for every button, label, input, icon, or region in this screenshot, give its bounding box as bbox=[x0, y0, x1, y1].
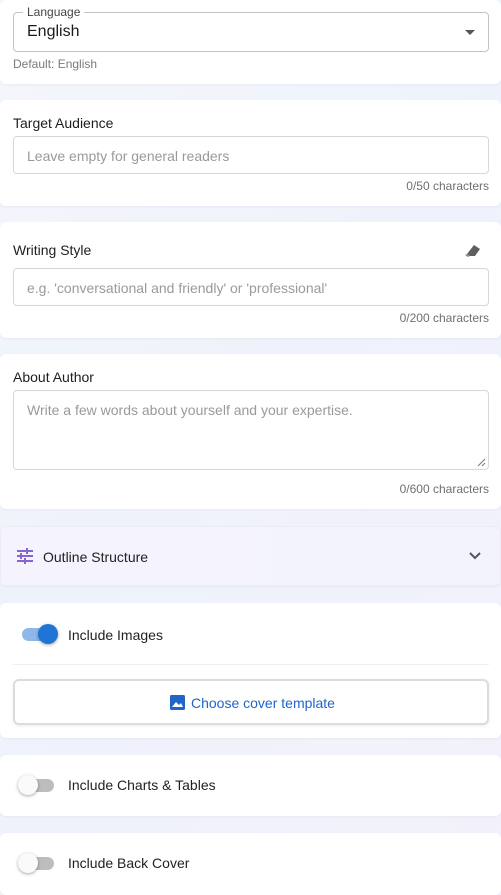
writing-style-card: Writing Style e.g. 'conversational and f… bbox=[0, 222, 501, 338]
audience-counter: 0/50 characters bbox=[406, 179, 489, 193]
include-images-label: Include Images bbox=[68, 627, 163, 643]
tune-icon bbox=[17, 548, 33, 564]
language-select[interactable]: Language English bbox=[13, 5, 489, 52]
about-author-counter: 0/600 characters bbox=[399, 482, 489, 496]
audience-input[interactable]: Leave empty for general readers bbox=[13, 136, 489, 174]
book-settings-panel: Language English Default: English Target… bbox=[0, 0, 501, 895]
choose-cover-template-label: Choose cover template bbox=[191, 695, 335, 711]
audience-placeholder: Leave empty for general readers bbox=[27, 148, 230, 164]
images-card: Include Images Choose cover template bbox=[0, 603, 501, 738]
divider bbox=[13, 664, 489, 665]
outline-structure-title: Outline Structure bbox=[43, 549, 149, 565]
eraser-icon[interactable] bbox=[464, 242, 482, 258]
toggle-thumb bbox=[18, 853, 38, 873]
language-value: English bbox=[27, 23, 80, 40]
writing-style-counter: 0/200 characters bbox=[399, 311, 489, 325]
chevron-down-icon[interactable] bbox=[468, 551, 482, 561]
choose-cover-template-button[interactable]: Choose cover template bbox=[13, 679, 489, 725]
include-images-toggle[interactable] bbox=[20, 624, 58, 644]
about-author-placeholder: Write a few words about yourself and you… bbox=[27, 402, 353, 418]
toggle-thumb bbox=[18, 775, 38, 795]
language-legend: Language bbox=[23, 5, 85, 19]
audience-label: Target Audience bbox=[13, 115, 114, 131]
resize-handle-icon[interactable] bbox=[477, 458, 486, 467]
dropdown-arrow-icon bbox=[465, 30, 475, 35]
language-helper: Default: English bbox=[13, 57, 98, 71]
language-card: Language English Default: English bbox=[0, 0, 501, 84]
image-icon bbox=[170, 695, 185, 710]
include-back-cover-label: Include Back Cover bbox=[68, 855, 190, 871]
writing-style-input[interactable]: e.g. 'conversational and friendly' or 'p… bbox=[13, 268, 489, 306]
outline-structure-accordion[interactable]: Outline Structure bbox=[0, 526, 501, 586]
writing-style-placeholder: e.g. 'conversational and friendly' or 'p… bbox=[27, 280, 328, 296]
include-charts-toggle[interactable] bbox=[18, 775, 56, 795]
about-author-textarea[interactable]: Write a few words about yourself and you… bbox=[13, 390, 489, 470]
writing-style-label: Writing Style bbox=[13, 242, 92, 258]
include-back-cover-toggle[interactable] bbox=[18, 853, 56, 873]
audience-card: Target Audience Leave empty for general … bbox=[0, 100, 501, 206]
toggle-thumb bbox=[38, 624, 58, 644]
about-author-label: About Author bbox=[13, 369, 94, 385]
include-charts-label: Include Charts & Tables bbox=[68, 777, 216, 793]
back-cover-card: Include Back Cover bbox=[0, 833, 501, 895]
charts-card: Include Charts & Tables bbox=[0, 755, 501, 816]
about-author-card: About Author Write a few words about you… bbox=[0, 354, 501, 509]
